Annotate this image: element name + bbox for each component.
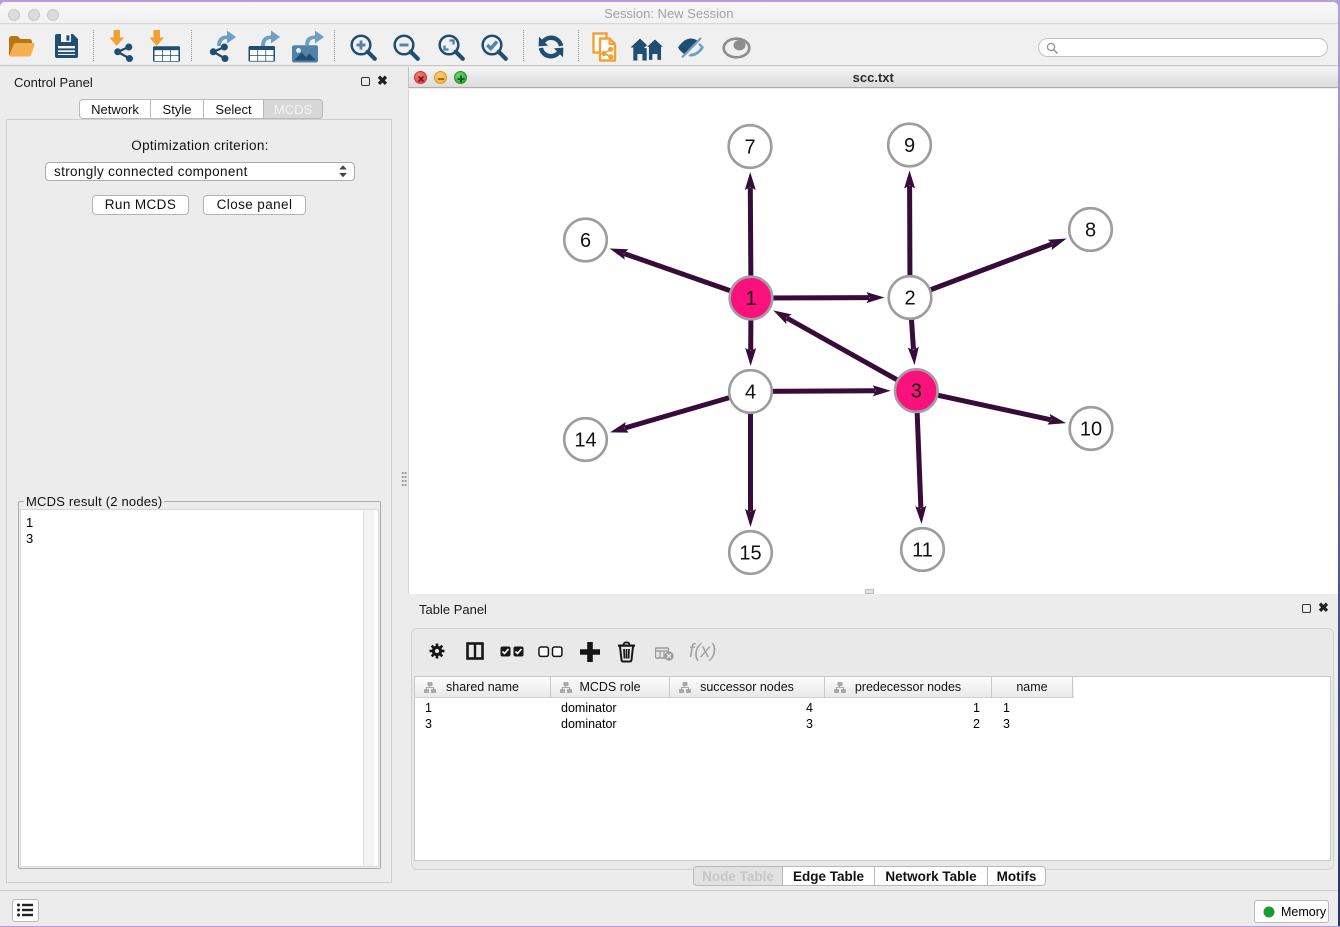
svg-text:14: 14 (574, 429, 596, 451)
svg-text:Memory: Memory (1281, 905, 1327, 919)
svg-text:3: 3 (911, 380, 922, 402)
svg-text:f(x): f(x) (689, 641, 716, 662)
svg-text:7: 7 (744, 136, 755, 158)
svg-text:2: 2 (904, 287, 915, 309)
svg-text:6: 6 (580, 230, 591, 252)
svg-text:9: 9 (904, 135, 915, 157)
svg-text:10: 10 (1080, 418, 1102, 440)
svg-text:4: 4 (745, 381, 756, 403)
svg-text:1: 1 (745, 288, 756, 310)
svg-text:15: 15 (739, 542, 761, 564)
svg-text:11: 11 (912, 539, 933, 561)
svg-text:8: 8 (1085, 219, 1096, 241)
